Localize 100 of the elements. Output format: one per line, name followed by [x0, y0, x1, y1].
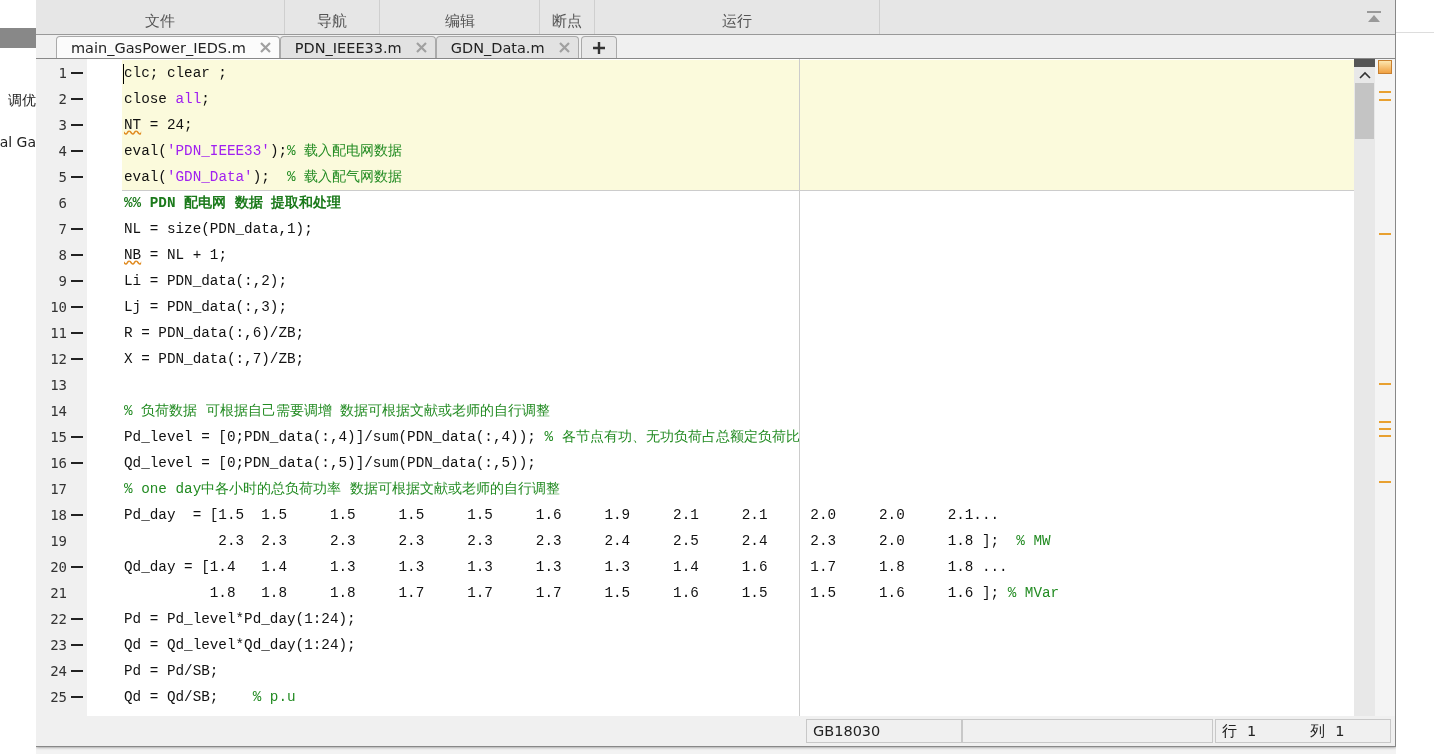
code-text: ); — [252, 169, 271, 185]
code-text: Li = PDN_data(:,2); — [124, 273, 287, 289]
breakpoint-dash[interactable] — [71, 280, 83, 282]
code-text: R = PDN_data(:,6)/ZB; — [124, 325, 305, 341]
section-label: 导航 — [317, 12, 347, 31]
string-literal: all — [175, 91, 202, 107]
line-number: 17 — [49, 480, 67, 499]
code-comment: % 载入配气网数据 — [287, 169, 403, 185]
row-label: 行 — [1222, 721, 1237, 741]
line-number: 5 — [57, 168, 67, 187]
breakpoint-dash[interactable] — [71, 306, 83, 308]
line-number: 8 — [57, 246, 67, 265]
code-text: = 24; — [148, 117, 193, 133]
code-text: eval( — [124, 169, 167, 185]
line-number: 21 — [49, 584, 67, 603]
string-literal: 'GDN_Data' — [166, 169, 253, 185]
code-text: = NL + 1; — [148, 247, 227, 263]
code-text: X = PDN_data(:,7)/ZB; — [124, 351, 305, 367]
close-icon[interactable] — [558, 42, 570, 53]
line-number: 14 — [49, 402, 67, 421]
code-text: clc; clear ; — [124, 65, 227, 81]
row-value: 1 — [1247, 723, 1257, 739]
code-text: NB — [124, 247, 142, 263]
breakpoint-dash[interactable] — [71, 566, 83, 568]
code-text: eval( — [124, 143, 167, 159]
line-number: 20 — [49, 558, 67, 577]
code-comment: % MW — [1016, 533, 1051, 549]
code-text: Pd = Pd_level*Pd_day(1:24); — [124, 611, 356, 627]
line-number: 2 — [57, 90, 67, 109]
code-comment: % MVar — [1007, 585, 1060, 601]
code-comment: % 负荷数据 可根据自己需要调增 数据可根据文献或老师的自行调整 — [124, 403, 551, 419]
line-number: 3 — [57, 116, 67, 135]
background-text: al Ga — [0, 134, 36, 150]
breakpoint-dash[interactable] — [71, 618, 83, 620]
code-text: 2.3 2.3 2.3 2.3 2.3 2.3 2.4 2.5 2.4 2.3 2.0 1.8 ]; — [217, 533, 1001, 549]
column-label: 列 — [1310, 721, 1326, 741]
vertical-scrollbar[interactable] — [1354, 59, 1375, 716]
code-comment: % 各节点有功、无功负荷占总额定负荷比 — [544, 429, 800, 445]
breakpoint-dash[interactable] — [71, 670, 83, 672]
code-text: ; — [201, 91, 210, 107]
line-number: 22 — [49, 610, 67, 629]
line-number: 16 — [49, 454, 67, 473]
line-number: 12 — [49, 350, 67, 369]
breakpoint-dash[interactable] — [71, 176, 83, 178]
code-text: Pd_day = [1.5 1.5 1.5 1.5 1.5 1.6 1.9 2.1 2.1 2.0 2.0 2.1... — [124, 507, 1000, 523]
code-text: Qd = Qd_level*Qd_day(1:24); — [124, 637, 356, 653]
line-number: 18 — [49, 506, 67, 525]
breakpoint-dash[interactable] — [71, 644, 83, 646]
breakpoint-dash[interactable] — [71, 696, 83, 698]
section-label: 运行 — [722, 12, 752, 31]
close-icon[interactable] — [415, 42, 427, 53]
close-icon[interactable] — [259, 42, 271, 53]
breakpoint-dash[interactable] — [71, 228, 83, 230]
line-number: 11 — [49, 324, 67, 343]
file-tab[interactable]: GDN_Data.m — [435, 36, 579, 58]
string-literal: 'PDN_IEEE33' — [166, 143, 270, 159]
scroll-up-icon[interactable] — [1358, 71, 1371, 79]
breakpoint-dash[interactable] — [71, 514, 83, 516]
code-text: Qd_day = [1.4 1.4 1.3 1.3 1.3 1.3 1.3 1.4 1.6 1.7 1.8 1.8 ... — [124, 559, 1008, 575]
line-number: 10 — [49, 298, 67, 317]
text-cursor — [123, 64, 124, 84]
line-number: 25 — [49, 688, 67, 707]
breakpoint-dash[interactable] — [71, 254, 83, 256]
file-tab[interactable]: main_GasPower_IEDS.m — [56, 36, 280, 58]
line-number: 1 — [57, 64, 67, 83]
breakpoint-dash[interactable] — [71, 332, 83, 334]
breakpoint-dash[interactable] — [71, 436, 83, 438]
code-comment: % p.u — [252, 689, 296, 705]
line-number: 9 — [57, 272, 67, 291]
line-number: 6 — [57, 194, 67, 213]
code-text: 1.8 1.8 1.8 1.7 1.7 1.7 1.5 1.6 1.5 1.5 1.6 1.6 ]; — [208, 585, 1001, 601]
scroll-top-marker — [1354, 59, 1375, 67]
code-text: NL = size(PDN_data,1); — [124, 221, 313, 237]
line-number: 24 — [49, 662, 67, 681]
encoding-label: GB18030 — [806, 719, 962, 743]
breakpoint-dash[interactable] — [71, 72, 83, 74]
collapse-icon[interactable] — [1367, 11, 1381, 23]
file-tab[interactable]: PDN_IEEE33.m — [279, 36, 436, 58]
code-comment: % 载入配电网数据 — [287, 143, 403, 159]
breakpoint-dash[interactable] — [71, 98, 83, 100]
code-text: Qd_level = [0;PDN_data(:,5)]/sum(PDN_data(:,5)); — [124, 455, 536, 471]
code-text: Pd_level = [0;PDN_data(:,4)]/sum(PDN_data(:,4)); — [124, 429, 537, 445]
breakpoint-dash[interactable] — [71, 150, 83, 152]
column-value: 1 — [1335, 723, 1345, 739]
section-label: 断点 — [552, 12, 582, 31]
breakpoint-dash[interactable] — [71, 124, 83, 126]
section-label: 编辑 — [444, 12, 475, 31]
breakpoint-dash[interactable] — [71, 462, 83, 464]
status-indicator-icon — [1378, 60, 1392, 74]
new-tab-button[interactable] — [580, 36, 617, 58]
line-number: 23 — [49, 636, 67, 655]
code-text: close — [124, 91, 168, 107]
line-number: 19 — [49, 532, 67, 551]
scroll-thumb[interactable] — [1355, 83, 1374, 139]
code-comment: % one day中各小时的总负荷功率 数据可根据文献或老师的自行调整 — [124, 481, 560, 497]
background-text: 调优 — [8, 92, 36, 110]
code-text: ); — [269, 143, 288, 159]
code-text: NT — [124, 117, 142, 133]
breakpoint-dash[interactable] — [71, 358, 83, 360]
section-label: 文件 — [145, 12, 175, 31]
